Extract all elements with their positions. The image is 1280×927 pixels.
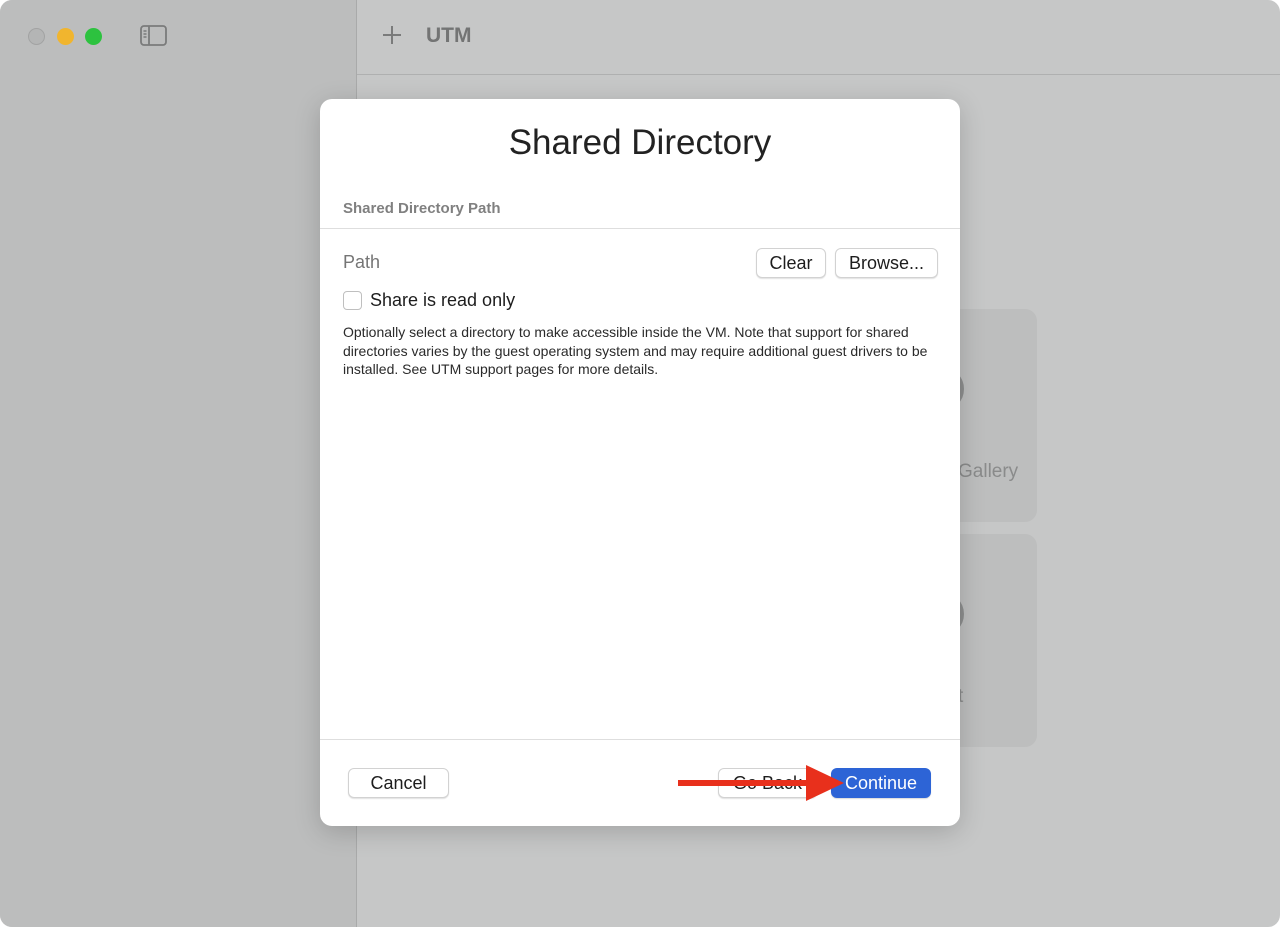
main-toolbar: UTM <box>357 0 1280 75</box>
dialog-title: Shared Directory <box>508 123 772 162</box>
annotation-arrow-icon <box>678 765 844 801</box>
shared-directory-dialog: Shared Directory Shared Directory Path C… <box>320 99 960 826</box>
read-only-checkbox[interactable] <box>343 291 362 310</box>
maximize-window-button[interactable] <box>85 28 102 45</box>
section-divider <box>320 228 960 229</box>
add-vm-icon[interactable] <box>381 24 403 46</box>
clear-button[interactable]: Clear <box>756 248 826 278</box>
utm-window: UTM Gallery t Shared Directory Shared Di… <box>0 0 1280 927</box>
read-only-label[interactable]: Share is read only <box>370 290 515 311</box>
path-input[interactable] <box>343 252 723 273</box>
cancel-button[interactable]: Cancel <box>348 768 449 798</box>
minimize-window-button[interactable] <box>57 28 74 45</box>
sidebar-toggle-icon[interactable] <box>140 25 167 46</box>
app-title: UTM <box>426 24 472 47</box>
footer-divider <box>320 739 960 740</box>
sidebar <box>0 0 357 927</box>
browse-button[interactable]: Browse... <box>835 248 938 278</box>
close-window-button[interactable] <box>28 28 45 45</box>
continue-button[interactable]: Continue <box>831 768 931 798</box>
section-header: Shared Directory Path <box>343 200 501 217</box>
help-text: Optionally select a directory to make ac… <box>343 324 928 377</box>
gallery-card-label: Gallery <box>958 461 1019 482</box>
